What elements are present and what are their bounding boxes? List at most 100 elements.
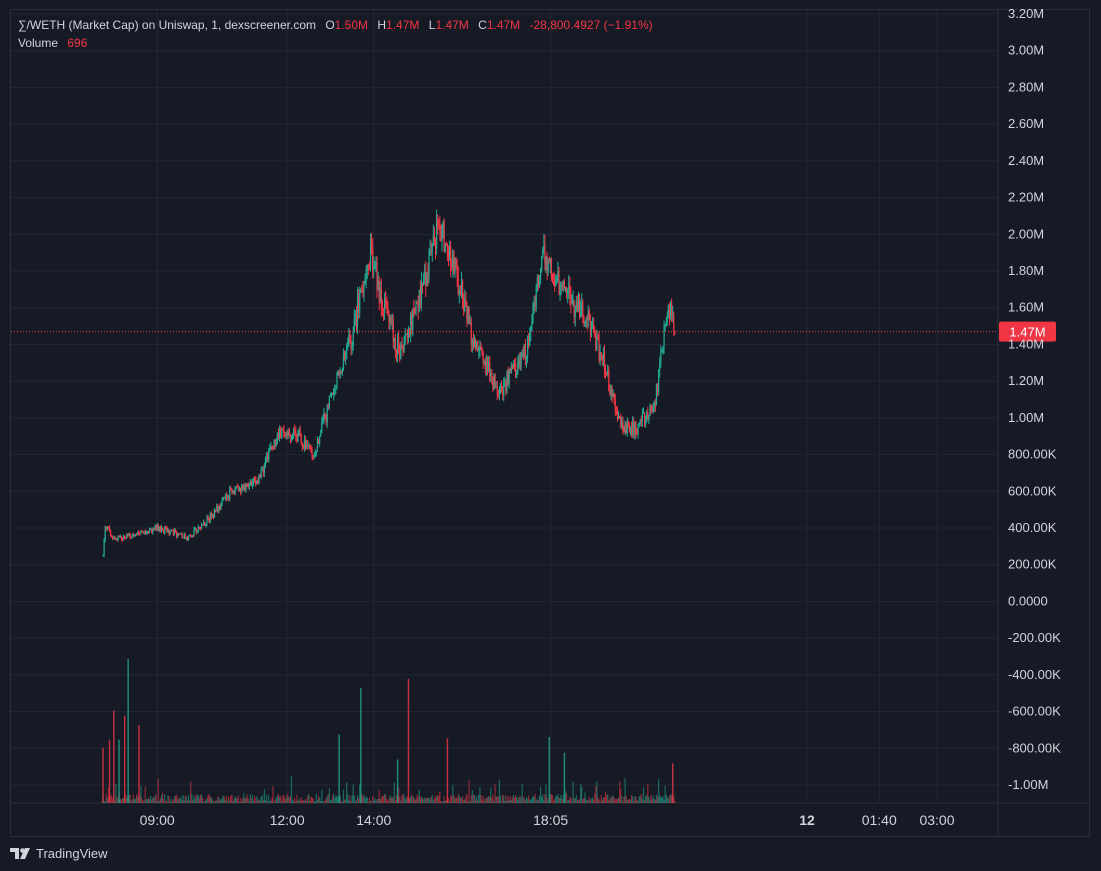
candle-body (385, 299, 387, 301)
candle-body (468, 308, 470, 323)
volume-bar (166, 801, 168, 803)
tradingview-logo[interactable]: TradingView (10, 846, 108, 861)
volume-bar (654, 799, 656, 803)
candle-body (474, 341, 477, 347)
candle-body (425, 272, 427, 287)
volume-bar (247, 798, 249, 803)
candle-body (398, 336, 400, 349)
volume-bar (216, 800, 218, 803)
volume-bar (434, 795, 437, 803)
volume-bar (194, 798, 196, 803)
price-chart[interactable]: 1.47M 3.20M 3.00M 2.80M 2.60M 2.40M 2.20M 2.00… (0, 0, 1101, 871)
volume-bar (340, 800, 342, 803)
y-tick-label: 2.00M (1008, 226, 1044, 241)
candle-body (447, 254, 450, 258)
candle-body (500, 386, 503, 392)
volume-bar (495, 796, 497, 803)
candle-body (213, 510, 216, 517)
candle-body (532, 307, 534, 322)
candle-body (139, 533, 141, 535)
candle-body (151, 528, 153, 533)
volume-bar (220, 799, 222, 803)
candle-body (271, 446, 273, 448)
candle-body (368, 266, 371, 268)
candle-body (321, 422, 323, 433)
volume-bar (427, 798, 429, 803)
volume-bar (630, 795, 633, 803)
candle-body (163, 529, 165, 534)
volume-bar (481, 799, 483, 803)
volume-bar (448, 801, 451, 803)
candle-body (460, 281, 463, 292)
candle-body (284, 432, 286, 435)
candle-body (407, 332, 410, 339)
candle-body (352, 330, 354, 347)
volume-bar (663, 800, 665, 803)
candle-body (268, 451, 270, 461)
high-value: 1.47M (386, 18, 420, 32)
y-axis[interactable]: 3.20M 3.00M 2.80M 2.60M 2.40M 2.20M 2.00M 1.80M… (1008, 6, 1061, 792)
volume-bar (581, 787, 583, 803)
candle-body (329, 394, 332, 397)
candle-body (486, 362, 489, 369)
volume-bar (161, 792, 164, 803)
candle-body (310, 447, 312, 449)
candle-body (155, 526, 157, 530)
y-tick-label: 2.40M (1008, 153, 1044, 168)
volume-bar (617, 797, 620, 803)
volume-bar (233, 798, 235, 803)
candle-body (536, 277, 538, 287)
volume-bar (334, 797, 336, 803)
candle-body (115, 538, 117, 540)
volume-label[interactable]: Volume (18, 36, 58, 50)
candle-body (363, 284, 365, 291)
candle-body (665, 322, 667, 327)
candle-body (571, 301, 573, 303)
candle-body (590, 325, 593, 333)
candle-body (147, 531, 150, 533)
volume-bar (249, 794, 251, 803)
candle-body (512, 361, 515, 369)
volume-bar (355, 799, 358, 803)
candle-body (598, 337, 600, 360)
y-tick-label: 1.20M (1008, 373, 1044, 388)
volume-bar (126, 797, 128, 803)
candle-body (267, 455, 269, 461)
candle-body (169, 531, 171, 535)
candle-body (546, 256, 548, 271)
candle-body (589, 317, 592, 333)
candle-body (374, 263, 376, 265)
volume-bar (238, 801, 241, 803)
candle-body (472, 340, 475, 348)
candle-body (557, 270, 559, 278)
volume-bar (119, 798, 121, 803)
candle-body (212, 514, 215, 517)
candle-body (539, 270, 542, 278)
candle-body (218, 505, 220, 512)
x-axis[interactable]: 09:00 12:00 14:00 18:05 12 01:40 03:00 (140, 812, 955, 828)
volume-bar (429, 799, 431, 803)
candle-body (495, 386, 497, 388)
candle-body (379, 288, 381, 302)
candle-body (470, 321, 472, 344)
candle-body (647, 412, 649, 420)
candle-body (287, 429, 289, 436)
volume-bar (582, 799, 584, 803)
y-tick-label: 2.60M (1008, 116, 1044, 131)
volume-bar (392, 797, 394, 803)
candle-body (241, 485, 243, 493)
candle-body (586, 319, 588, 321)
volume-bar (472, 794, 475, 803)
volume-bar (169, 801, 171, 803)
volume-bar (639, 796, 641, 803)
volume-bar (298, 798, 300, 803)
volume-bar (196, 796, 198, 803)
symbol-title[interactable]: ∑/WETH (Market Cap) on Uniswap, 1, dexsc… (18, 18, 316, 32)
candle-body (646, 412, 648, 418)
volume-bar (426, 798, 428, 803)
candle-body (478, 349, 480, 352)
volume-bar (442, 801, 444, 803)
candle-body (542, 248, 544, 258)
candle-body (659, 361, 661, 371)
candle-body (322, 417, 324, 423)
